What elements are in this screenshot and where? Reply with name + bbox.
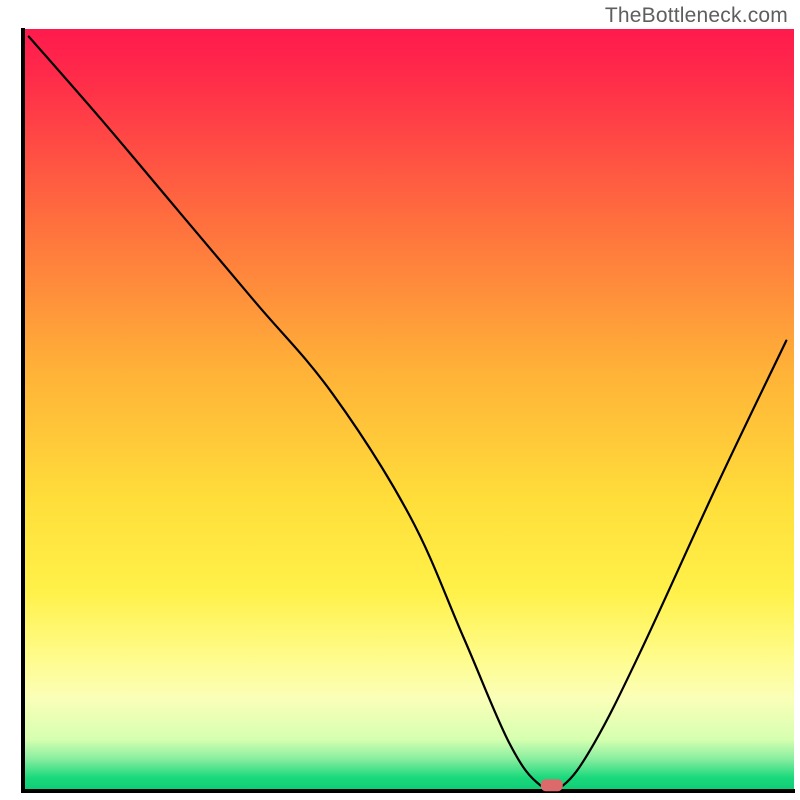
bottleneck-chart [0, 0, 800, 800]
optimal-marker [541, 779, 563, 791]
watermark-text: TheBottleneck.com [605, 4, 788, 28]
chart-container: TheBottleneck.com [0, 0, 800, 800]
plot-background [25, 29, 794, 789]
